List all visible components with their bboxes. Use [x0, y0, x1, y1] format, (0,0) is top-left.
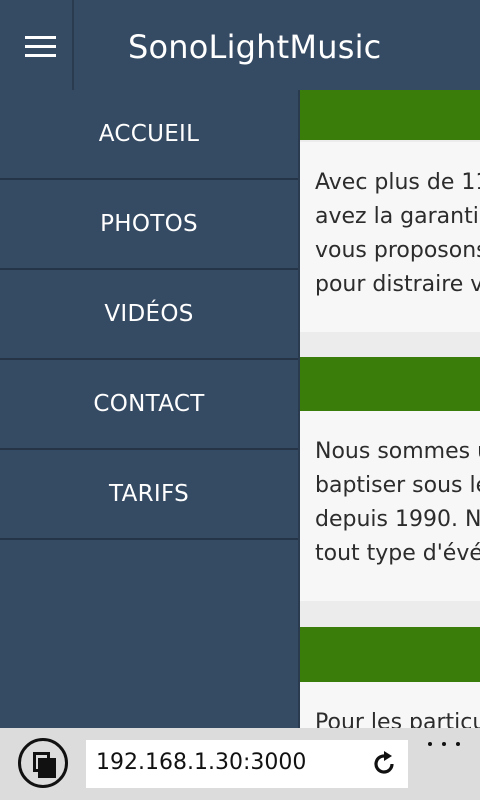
hamburger-menu-button[interactable] [0, 0, 74, 90]
hamburger-icon-bar [25, 45, 56, 48]
card-line: vous proposons [315, 238, 480, 263]
content-card: Nous sommes u baptiser sous le depuis 19… [300, 411, 480, 601]
browser-toolbar: 192.168.1.30:3000 [0, 728, 480, 800]
nav-item-tarifs[interactable]: TARIFS [0, 450, 298, 540]
section-header-band [300, 627, 480, 682]
card-line: depuis 1990. No [315, 507, 480, 532]
nav-item-contact[interactable]: CONTACT [0, 360, 298, 450]
navigation-drawer: ACCUEIL PHOTOS VIDÉOS CONTACT TARIFS [0, 90, 300, 728]
card-line: pour distraire vo [315, 272, 480, 297]
hamburger-icon [25, 36, 56, 39]
card-text: Pour les particu [315, 706, 480, 728]
section-header-band [300, 357, 480, 411]
more-icon-dot [456, 742, 460, 746]
content-card: Avec plus de 11 avez la garantie vous pr… [300, 142, 480, 332]
card-line: Pour les particu [315, 710, 480, 728]
tabs-icon-front [38, 758, 56, 778]
url-text: 192.168.1.30:3000 [96, 750, 307, 775]
app-header: SonoLightMusic [0, 0, 480, 90]
hamburger-icon-bar [25, 54, 56, 57]
card-line: tout type d'évén [315, 541, 480, 566]
refresh-icon[interactable] [370, 750, 398, 778]
card-line: Avec plus de 11 [315, 170, 480, 195]
section-header-band [300, 90, 480, 140]
card-line: Nous sommes u [315, 439, 480, 464]
card-line: baptiser sous le [315, 473, 480, 498]
app-title: SonoLightMusic [128, 28, 382, 66]
nav-item-videos[interactable]: VIDÉOS [0, 270, 298, 360]
nav-item-photos[interactable]: PHOTOS [0, 180, 298, 270]
more-icon-dot [442, 742, 446, 746]
more-icon [428, 742, 432, 746]
card-text: Nous sommes u baptiser sous le depuis 19… [315, 435, 480, 571]
main-content: Avec plus de 11 avez la garantie vous pr… [300, 90, 480, 728]
card-line: avez la garantie [315, 204, 480, 229]
content-card: Pour les particu [300, 682, 480, 728]
tabs-button[interactable] [18, 738, 68, 788]
nav-item-accueil[interactable]: ACCUEIL [0, 90, 298, 180]
more-options-button[interactable] [428, 734, 460, 754]
address-bar[interactable]: 192.168.1.30:3000 [86, 740, 408, 788]
card-text: Avec plus de 11 avez la garantie vous pr… [315, 166, 480, 302]
